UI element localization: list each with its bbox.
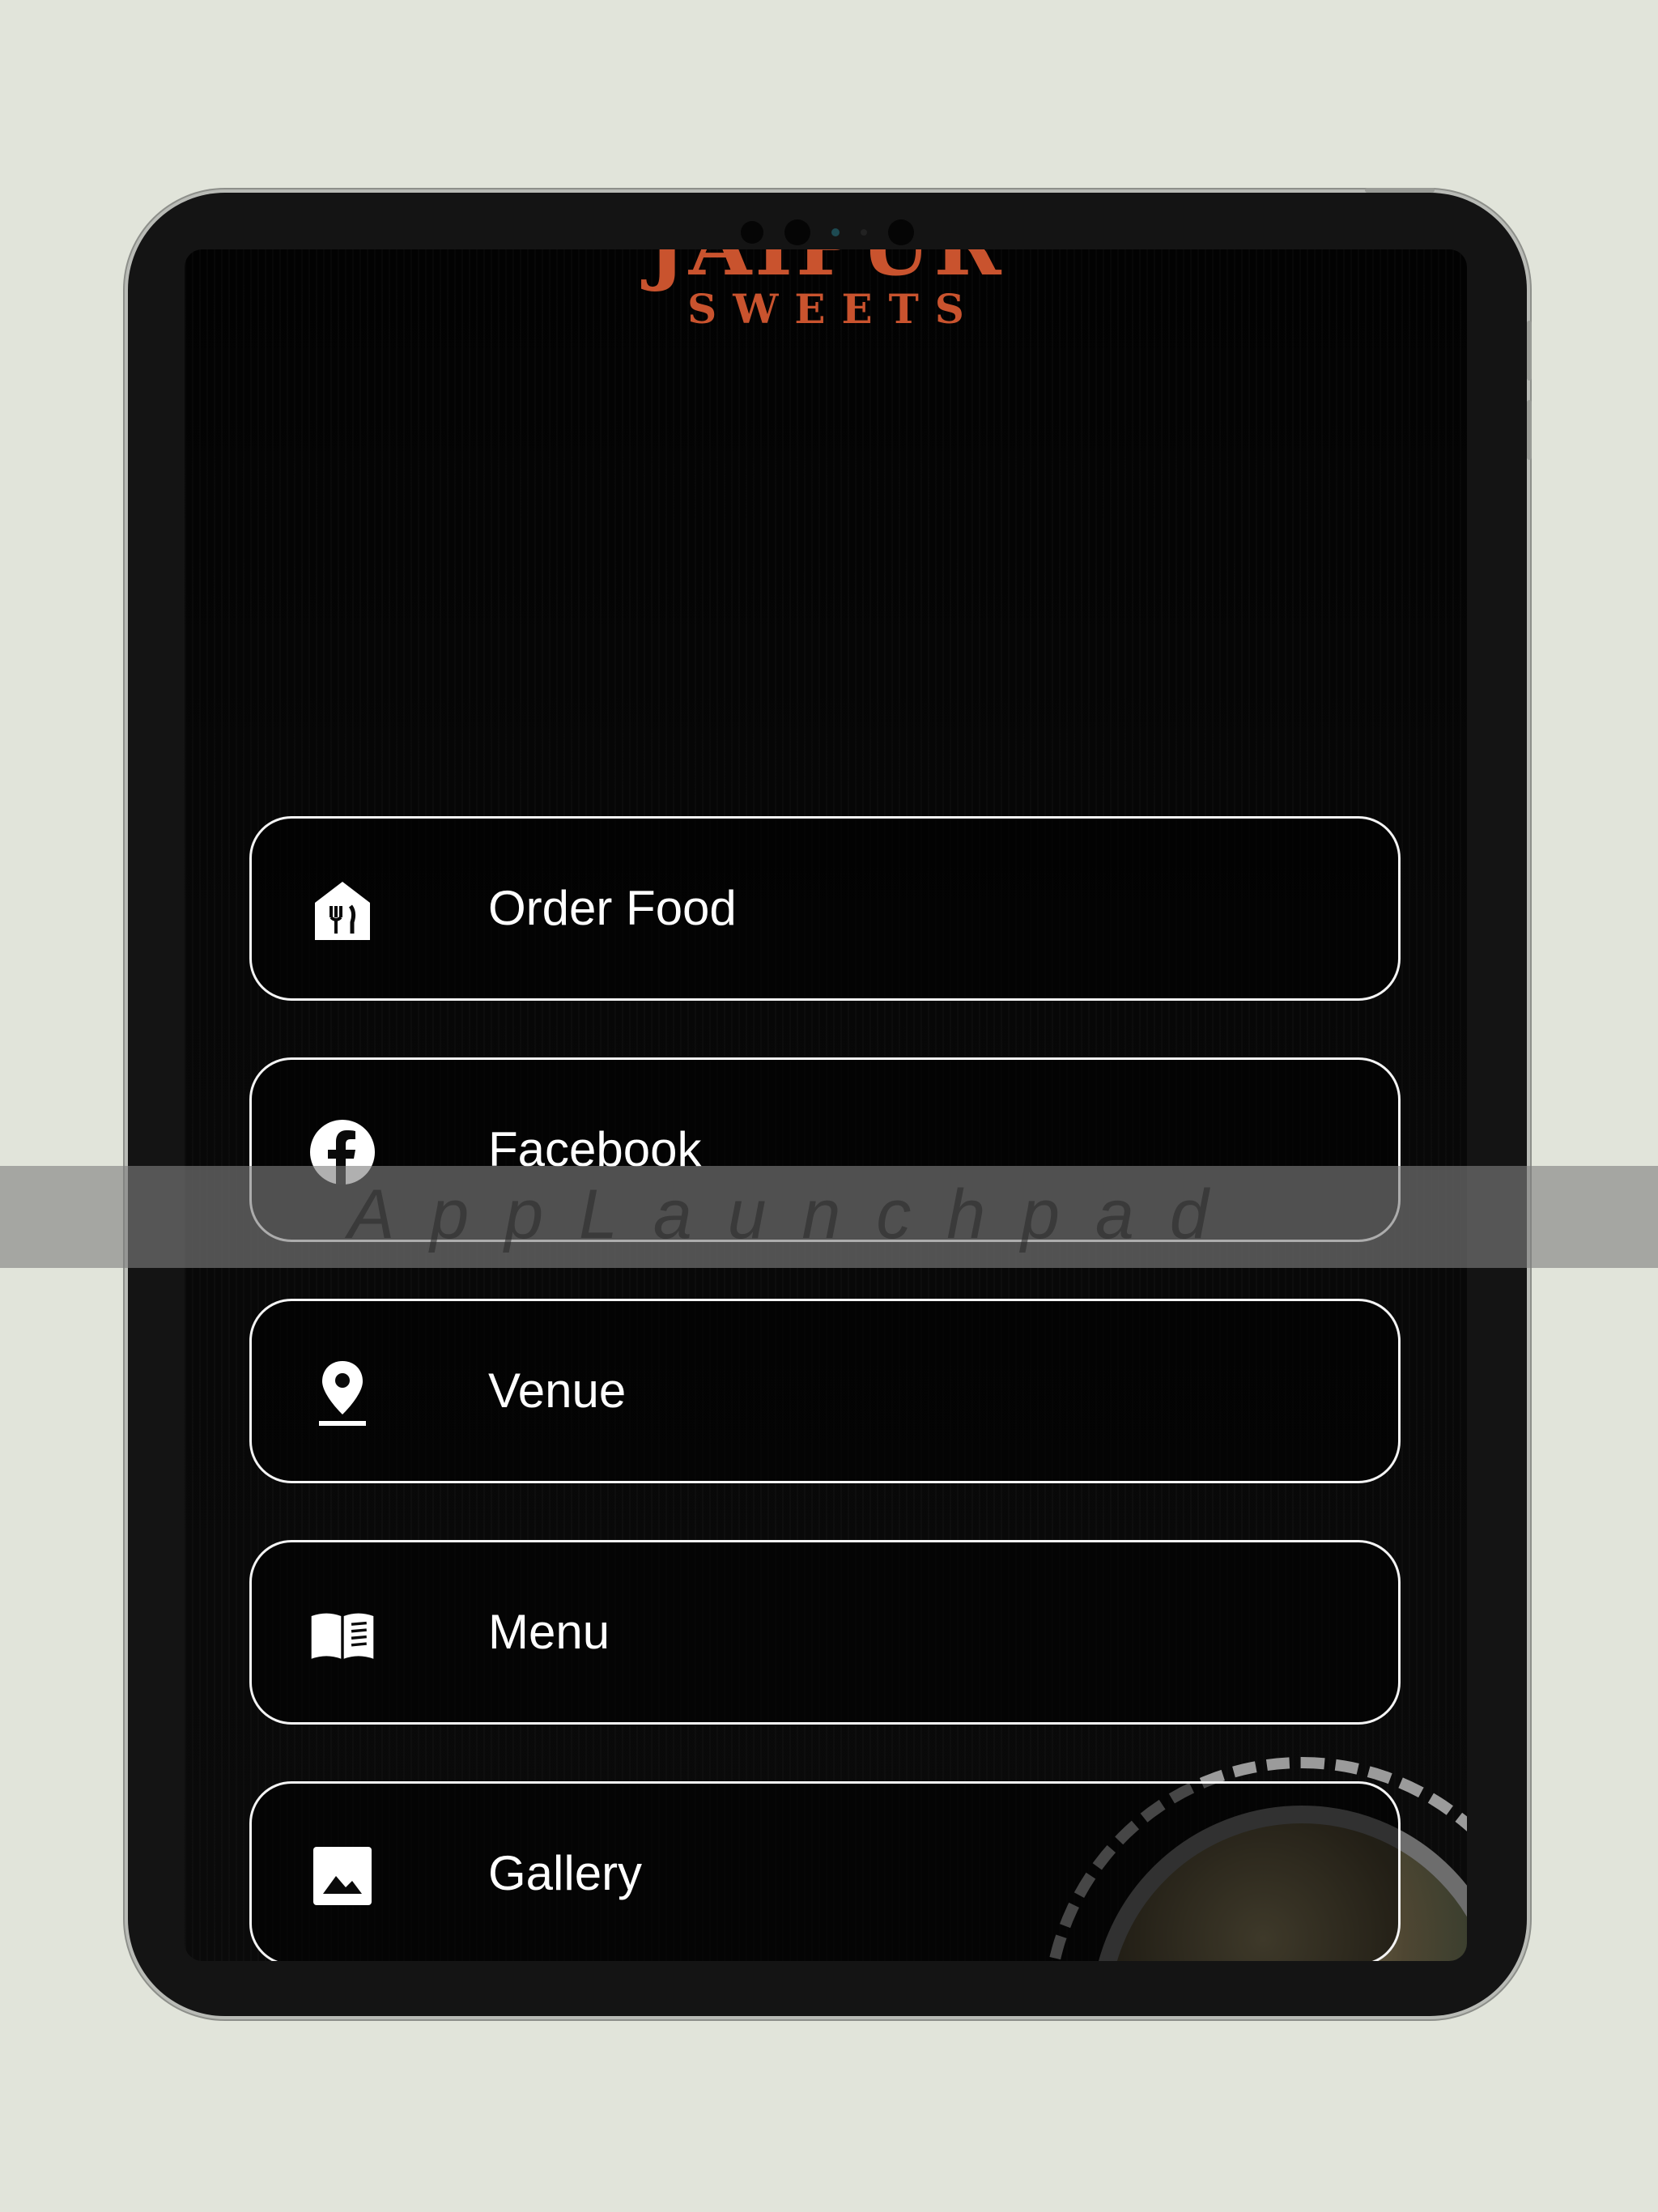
open-book-icon (310, 1602, 375, 1667)
brand-logo: JAIPUR SWEETS (185, 249, 1467, 334)
power-button (1365, 188, 1435, 193)
sensor-dot (861, 229, 867, 236)
location-pin-icon (310, 1361, 375, 1426)
button-label: Menu (488, 1605, 610, 1659)
menu-button[interactable]: Menu (249, 1540, 1401, 1725)
sensor-dot (784, 219, 810, 245)
restaurant-icon (310, 878, 375, 943)
volume-up-button (1527, 321, 1532, 381)
volume-down-button (1527, 400, 1532, 460)
sensor-dot (741, 221, 763, 244)
app-screen: JAIPUR SWEETS Order Food Facebook (185, 249, 1467, 1961)
venue-button[interactable]: Venue (249, 1299, 1401, 1483)
camera-bar (128, 219, 1527, 246)
watermark-text: AppLaunchpad (348, 1176, 1244, 1253)
logo-subtitle: SWEETS (687, 285, 980, 333)
button-label: Gallery (488, 1846, 643, 1900)
sensor-dot (888, 219, 914, 245)
camera-lens (831, 228, 840, 236)
button-label: Order Food (488, 881, 737, 935)
order-food-button[interactable]: Order Food (249, 816, 1401, 1001)
button-label: Venue (488, 1363, 627, 1418)
image-icon (310, 1844, 375, 1908)
gallery-button[interactable]: Gallery (249, 1781, 1401, 1961)
logo-title: JAIPUR (185, 249, 1467, 287)
